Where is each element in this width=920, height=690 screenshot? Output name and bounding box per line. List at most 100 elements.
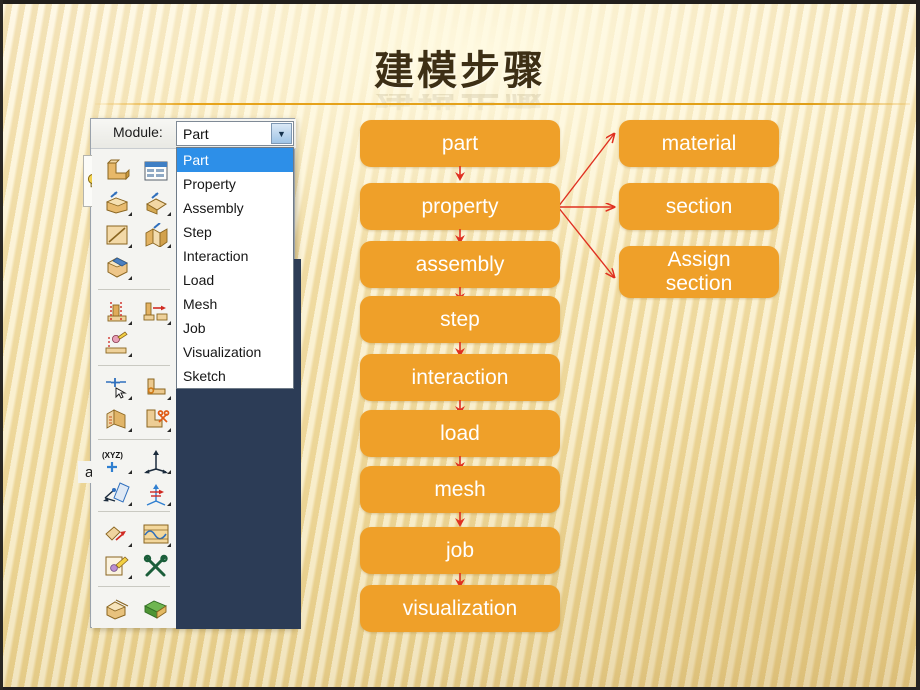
datum-plane-principal-icon[interactable] [97,477,136,509]
datum-csys-rotate-icon[interactable] [136,477,175,509]
flow-box-label: material [661,131,737,155]
display-group-icon[interactable] [136,593,175,625]
title-divider-rule [95,103,910,105]
flyout-triangle-icon [128,502,132,506]
branch-arrows-svg [557,120,626,300]
create-cut-extrude-icon[interactable] [136,219,175,251]
module-option-step[interactable]: Step [177,220,293,244]
chevron-down-icon[interactable]: ▼ [271,123,292,144]
create-datum-axis-icon[interactable] [136,296,175,328]
module-label: Module: [113,124,163,140]
flyout-triangle-icon [167,321,171,325]
flow-box-property[interactable]: property [360,183,560,230]
viewport-panel [176,387,296,629]
flyout-triangle-icon [128,575,132,579]
flow-box-label: interaction [411,365,509,389]
flyout-triangle-icon [128,396,132,400]
create-datum-csys-icon[interactable] [136,445,175,477]
toolbar-blank-cell [136,328,175,360]
select-entity-icon[interactable] [136,371,175,403]
add-point-icon[interactable] [97,371,136,403]
flow-box-section[interactable]: section [619,183,779,230]
flow-box-assembly[interactable]: assembly [360,241,560,288]
abaqus-module-window: Module: Part ▼ Part Property Assembly Step I… [90,118,301,629]
flyout-triangle-icon [167,396,171,400]
flow-box-label: visualization [402,596,518,620]
flow-box-interaction[interactable]: interaction [360,354,560,401]
view-cut-icon[interactable] [97,593,136,625]
slide-edge-top [0,0,920,4]
slide-edge-right [916,0,920,690]
flow-box-label: property [421,194,499,218]
create-datum-plane-icon[interactable] [97,296,136,328]
module-option-visualization[interactable]: Visualization [177,340,293,364]
create-shell-extrude-icon[interactable] [136,187,175,219]
edit-feature-icon[interactable] [97,328,136,360]
flyout-triangle-icon [128,543,132,547]
flyout-triangle-icon [128,244,132,248]
part-manager-icon[interactable] [136,155,175,187]
flow-arrow-down [453,166,467,184]
flow-box-label: load [440,421,480,445]
flyout-triangle-icon [167,428,171,432]
flow-box-label: part [441,131,479,155]
module-dropdown-list[interactable]: Part Property Assembly Step Interaction Load M… [176,147,294,389]
flow-box-job[interactable]: job [360,527,560,574]
flow-box-material[interactable]: material [619,120,779,167]
flow-box-mesh[interactable]: mesh [360,466,560,513]
translate-instance-icon[interactable] [97,518,136,550]
slide-title-block: 建模步骤 建模步骤 [0,38,920,113]
toolbar-separator [98,511,170,512]
module-option-part[interactable]: Part [177,148,293,172]
xy-plot-icon[interactable] [136,518,175,550]
create-solid-extrude-icon[interactable] [97,187,136,219]
delete-feature-icon[interactable] [136,403,175,435]
flow-box-step[interactable]: step [360,296,560,343]
flyout-triangle-icon [167,470,171,474]
create-part-icon[interactable] [97,155,136,187]
flyout-triangle-icon [167,212,171,216]
edit-color-icon[interactable] [97,550,136,582]
module-option-property[interactable]: Property [177,172,293,196]
module-combobox[interactable]: Part ▼ [176,121,294,146]
flow-box-label: Assign section [665,248,733,295]
flow-box-label: job [445,538,475,562]
flyout-triangle-icon [128,470,132,474]
flow-box-assign-section[interactable]: Assign section [619,246,779,298]
flow-box-label: assembly [415,252,505,276]
measure-geometry-icon[interactable] [97,403,136,435]
page-title: 建模步骤 [374,47,546,94]
module-option-interaction[interactable]: Interaction [177,244,293,268]
flyout-triangle-icon [167,543,171,547]
toolbar-separator [98,365,170,366]
create-wire-icon[interactable] [97,219,136,251]
flyout-triangle-icon [128,428,132,432]
branch-arrow-group [556,120,626,300]
module-option-assembly[interactable]: Assembly [177,196,293,220]
flyout-triangle-icon [128,353,132,357]
module-option-load[interactable]: Load [177,268,293,292]
module-option-sketch[interactable]: Sketch [177,364,293,388]
toolbar-blank-cell [136,251,175,283]
toolbar-separator [98,439,170,440]
flow-box-load[interactable]: load [360,410,560,457]
flow-box-label: mesh [434,477,486,501]
module-toolbar: (XYZ) [92,149,178,628]
flow-box-visualization[interactable]: visualization [360,585,560,632]
flyout-triangle-icon [167,502,171,506]
flyout-triangle-icon [128,276,132,280]
slide-edge-left [0,0,3,690]
create-reference-point-icon[interactable]: (XYZ) [97,445,136,477]
module-option-job[interactable]: Job [177,316,293,340]
flow-box-part[interactable]: part [360,120,560,167]
slide-canvas: 建模步骤 建模步骤 ain [0,0,920,690]
query-tools-icon[interactable] [136,550,175,582]
toolbar-separator [98,586,170,587]
toolbar-separator [98,289,170,290]
flyout-triangle-icon [128,321,132,325]
module-combobox-value: Part [183,125,209,142]
flow-box-label: section [665,194,733,218]
module-option-mesh[interactable]: Mesh [177,292,293,316]
partition-cell-icon[interactable] [97,251,136,283]
flyout-triangle-icon [128,212,132,216]
